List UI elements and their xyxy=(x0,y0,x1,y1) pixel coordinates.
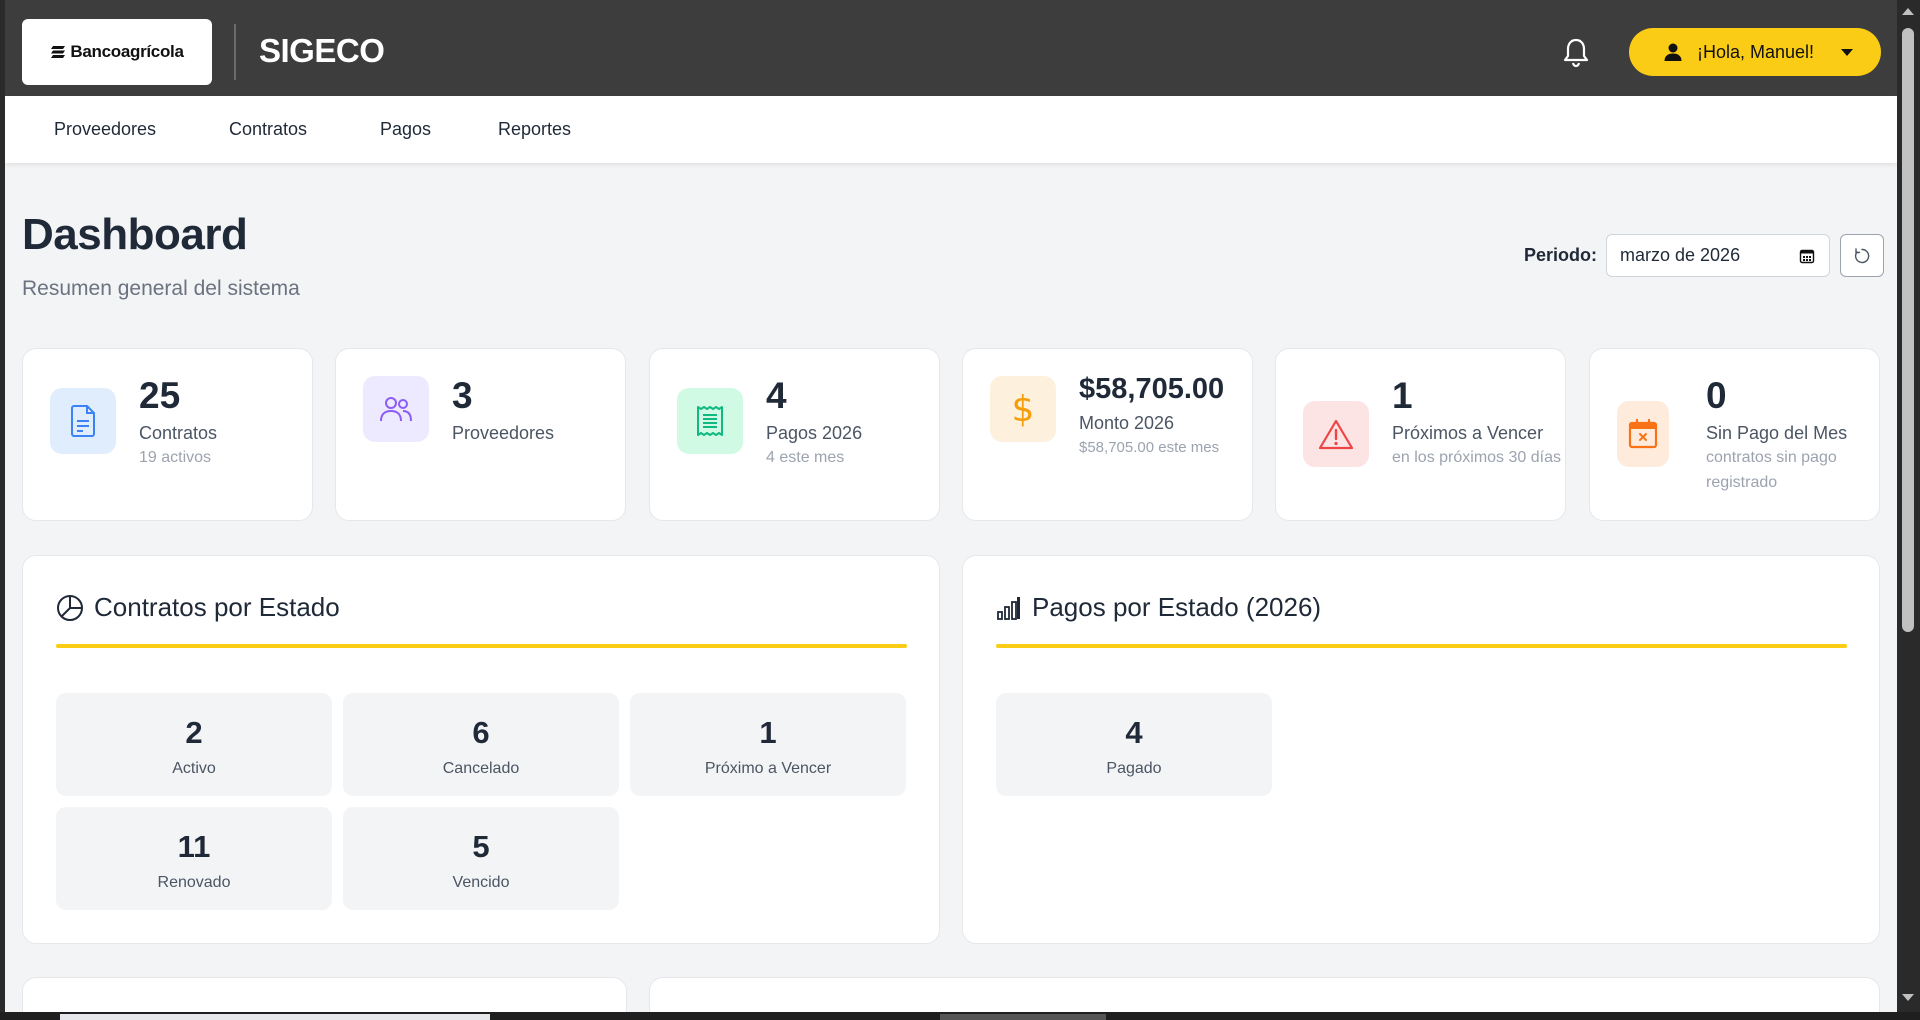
status-count: 2 xyxy=(185,715,203,750)
stat-value: 0 xyxy=(1706,375,1727,416)
status-tile-renovado[interactable]: 11 Renovado xyxy=(56,807,332,910)
stat-value: 1 xyxy=(1392,375,1413,416)
app-name: SIGECO xyxy=(259,32,385,69)
stat-card-monto[interactable]: $ $58,705.00 Monto 2026 $58,705.00 este … xyxy=(962,348,1253,521)
status-count: 6 xyxy=(472,715,490,750)
stat-sub: en los próximos 30 días xyxy=(1392,449,1561,466)
status-label: Activo xyxy=(172,760,216,777)
stat-value: 3 xyxy=(452,375,473,416)
status-label: Cancelado xyxy=(442,760,520,777)
stat-label: Contratos xyxy=(139,423,218,443)
status-label: Pagado xyxy=(1106,760,1162,777)
brand-mark-icon xyxy=(51,46,66,58)
status-label: Próximo a Vencer xyxy=(704,760,832,777)
taskbar-item[interactable] xyxy=(60,1014,490,1020)
refresh-button[interactable] xyxy=(1840,234,1884,277)
status-count: 4 xyxy=(1125,715,1143,750)
period-month-input[interactable]: marzo de 2026 xyxy=(1606,234,1830,277)
status-tile-cancelado[interactable]: 6 Cancelado xyxy=(343,693,619,796)
stat-sub: contratos sin pago registrado xyxy=(1706,449,1837,491)
stat-card-pagos[interactable]: 4 Pagos 2026 4 este mes xyxy=(649,348,940,521)
taskbar-item[interactable] xyxy=(940,1014,1106,1020)
bell-icon[interactable] xyxy=(1561,36,1591,68)
pie-chart-icon xyxy=(57,594,83,621)
person-icon xyxy=(1664,43,1682,61)
user-greeting: ¡Hola, Manuel! xyxy=(1697,41,1815,62)
stat-label: Monto 2026 xyxy=(1079,413,1175,433)
stat-label: Próximos a Vencer xyxy=(1392,423,1544,443)
calendar-x-icon xyxy=(1617,401,1669,467)
nav-item-reportes[interactable]: Reportes xyxy=(498,119,571,140)
stat-card-sin-pago[interactable]: 0 Sin Pago del Mes contratos sin pago re… xyxy=(1589,348,1880,521)
panel-header: Pagos por Estado (2026) xyxy=(996,592,1321,623)
users-icon xyxy=(363,376,429,442)
nav-item-pagos[interactable]: Pagos xyxy=(380,119,431,140)
status-tile-vencido[interactable]: 5 Vencido xyxy=(343,807,619,910)
status-count: 5 xyxy=(472,829,490,864)
stat-label: Sin Pago del Mes xyxy=(1706,423,1848,443)
brand-logo-text: Bancoagrícola xyxy=(70,42,184,61)
refresh-icon xyxy=(1854,247,1870,263)
stat-card-contratos[interactable]: 25 Contratos 19 activos xyxy=(22,348,313,521)
scrollbar-thumb[interactable] xyxy=(1902,28,1914,632)
main-nav: Proveedores Contratos Pagos Reportes xyxy=(5,96,1897,163)
status-label: Vencido xyxy=(452,874,510,891)
status-tile-activo[interactable]: 2 Activo xyxy=(56,693,332,796)
period-value: marzo de 2026 xyxy=(1620,245,1741,265)
stat-value: 25 xyxy=(139,375,181,416)
nav-item-contratos[interactable]: Contratos xyxy=(229,119,307,140)
panel-header: Contratos por Estado xyxy=(56,592,340,623)
app-viewport: Bancoagrícola SIGECO ¡Hola, Manuel! Prov… xyxy=(5,0,1897,1012)
receipt-icon xyxy=(677,388,743,454)
top-bar: Bancoagrícola SIGECO ¡Hola, Manuel! xyxy=(5,0,1897,96)
payments-by-status-panel: Pagos por Estado (2026) 4 Pagado xyxy=(962,555,1880,944)
page-title: Dashboard xyxy=(22,210,248,259)
document-icon xyxy=(50,388,116,454)
status-label: Renovado xyxy=(157,874,231,891)
lower-card-left xyxy=(22,977,627,1012)
status-tile-pagado[interactable]: 4 Pagado xyxy=(996,693,1272,796)
status-count: 11 xyxy=(177,829,211,864)
scroll-up-arrow-icon[interactable] xyxy=(1902,8,1914,15)
stat-sub: 19 activos xyxy=(139,449,212,466)
panel-accent-line xyxy=(56,644,907,648)
dollar-icon: $ xyxy=(990,376,1056,442)
panel-accent-line xyxy=(996,644,1847,648)
stat-card-proveedores[interactable]: 3 Proveedores xyxy=(335,348,626,521)
panel-title: Contratos por Estado xyxy=(94,592,340,622)
nav-item-proveedores[interactable]: Proveedores xyxy=(54,119,156,140)
scroll-down-arrow-icon[interactable] xyxy=(1902,994,1914,1001)
stat-value: 4 xyxy=(766,375,787,416)
taskbar-strip xyxy=(0,1012,1920,1020)
bar-chart-icon xyxy=(997,596,1020,620)
header-divider xyxy=(234,24,236,80)
status-tile-proximo-vencer[interactable]: 1 Próximo a Vencer xyxy=(630,693,906,796)
warning-icon xyxy=(1303,401,1369,467)
caret-down-icon xyxy=(1841,49,1853,56)
stat-sub: 4 este mes xyxy=(766,449,845,466)
stat-sub: $58,705.00 este mes xyxy=(1079,439,1220,456)
status-count: 1 xyxy=(759,715,777,750)
calendar-icon[interactable] xyxy=(1799,248,1815,264)
user-menu-button[interactable]: ¡Hola, Manuel! xyxy=(1629,28,1881,76)
stat-label: Proveedores xyxy=(452,423,555,443)
stat-value: $58,705.00 xyxy=(1079,373,1225,405)
contracts-by-status-panel: Contratos por Estado 2 Activo 6 Cancelad… xyxy=(22,555,940,944)
stat-label: Pagos 2026 xyxy=(766,423,863,443)
lower-card-right xyxy=(649,977,1880,1012)
brand-logo[interactable]: Bancoagrícola xyxy=(22,19,212,85)
page-subtitle: Resumen general del sistema xyxy=(22,277,300,300)
period-label: Periodo: xyxy=(1524,245,1598,265)
panel-title: Pagos por Estado (2026) xyxy=(1032,592,1322,622)
stat-card-proximos-vencer[interactable]: 1 Próximos a Vencer en los próximos 30 d… xyxy=(1275,348,1566,521)
